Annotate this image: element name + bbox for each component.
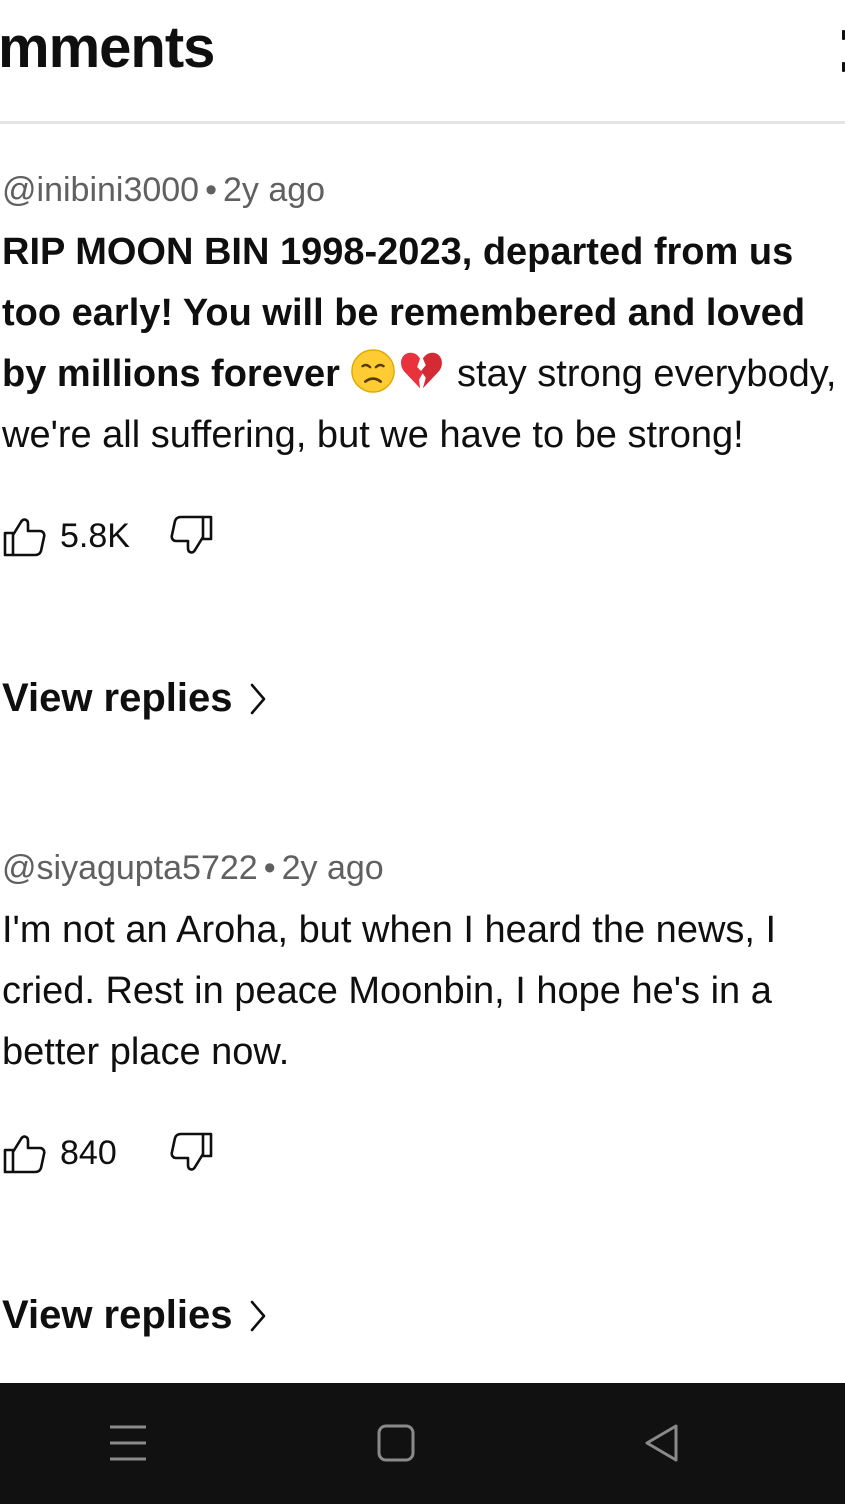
menu-icon[interactable] xyxy=(98,1413,158,1473)
like-button[interactable]: 5.8K xyxy=(2,514,156,558)
comment-author[interactable]: @inibini3000 xyxy=(2,171,199,209)
comment-actions: 5.8K xyxy=(2,510,845,562)
view-replies-label: View replies xyxy=(2,1293,233,1337)
comments-screen: mments @inibini3000 • 2y ago RIP MOON BIN … xyxy=(0,0,845,1504)
meta-separator: • xyxy=(263,849,276,887)
meta-separator: • xyxy=(205,171,217,209)
thumbs-down-icon xyxy=(170,1132,213,1171)
view-replies-button[interactable]: View replies xyxy=(2,676,845,721)
back-triangle-icon[interactable] xyxy=(632,1413,692,1473)
disappointed-face-emoji xyxy=(351,349,396,393)
dislike-button[interactable] xyxy=(170,1131,214,1175)
comment-text-regular: I'm not an Aroha, but when I heard the n… xyxy=(2,909,777,1073)
like-count: 5.8K xyxy=(60,516,130,555)
comment-item: @siyagupta5722 • 2y ago I'm not an Aroha, … xyxy=(2,846,845,1338)
comment-item: @inibini3000 • 2y ago RIP MOON BIN 1998-20… xyxy=(2,168,845,721)
broken-heart-emoji xyxy=(401,352,443,389)
header-title: mments xyxy=(0,15,215,80)
system-navigation-bar xyxy=(0,1383,845,1504)
like-button[interactable]: 840 xyxy=(2,1131,156,1175)
comment-text: RIP MOON BIN 1998-2023, departed from us… xyxy=(2,222,842,466)
comments-header: mments xyxy=(0,0,845,124)
comment-meta: @siyagupta5722 • 2y ago xyxy=(2,846,845,890)
thumbs-up-icon xyxy=(3,518,46,557)
dislike-button[interactable] xyxy=(170,514,214,558)
chevron-right-icon xyxy=(250,1300,265,1331)
thumbs-down-icon xyxy=(170,515,213,554)
thumbs-up-icon xyxy=(3,1135,46,1174)
like-count: 840 xyxy=(60,1133,117,1172)
home-square-icon[interactable] xyxy=(366,1413,426,1473)
close-icon[interactable] xyxy=(841,30,845,72)
view-replies-button[interactable]: View replies xyxy=(2,1293,845,1338)
comment-time: 2y ago xyxy=(223,171,326,209)
comment-text: I'm not an Aroha, but when I heard the n… xyxy=(2,900,842,1083)
comment-author[interactable]: @siyagupta5722 xyxy=(2,849,258,887)
comment-time: 2y ago xyxy=(281,849,384,887)
chevron-right-icon xyxy=(250,683,265,714)
comment-actions: 840 xyxy=(2,1127,845,1179)
comment-meta: @inibini3000 • 2y ago xyxy=(2,168,845,212)
view-replies-label: View replies xyxy=(2,676,233,720)
